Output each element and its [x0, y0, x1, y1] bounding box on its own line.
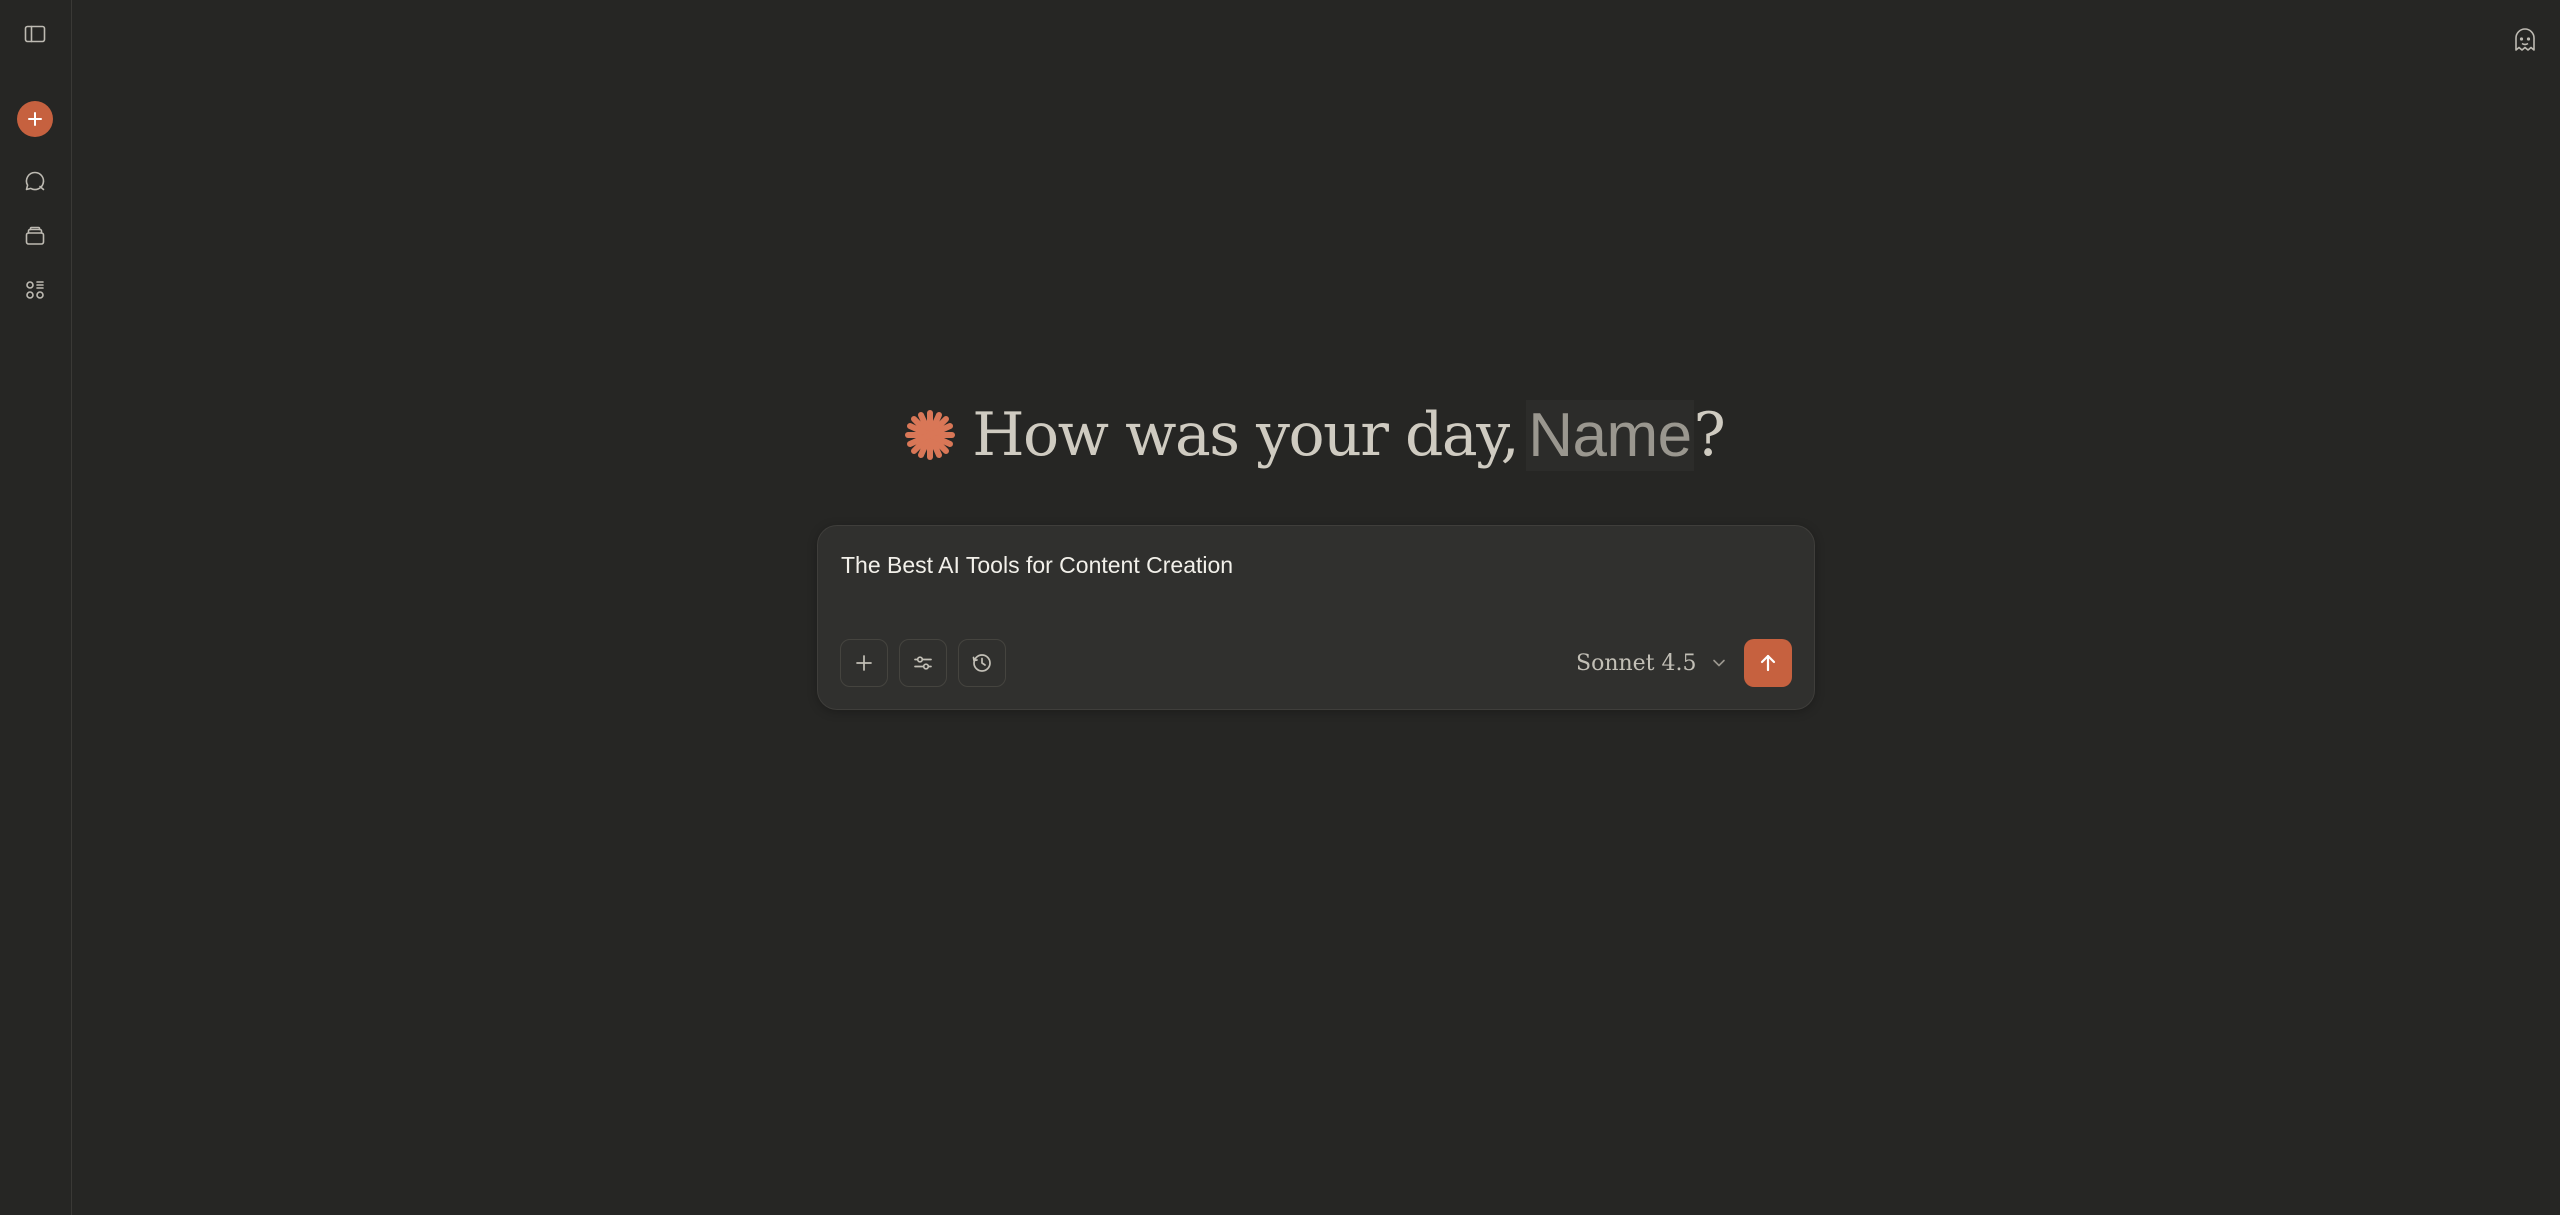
spark-icon [905, 410, 956, 460]
chat-bubble-icon [25, 171, 45, 191]
model-label: Sonnet 4.5 [1576, 650, 1697, 676]
sidebar-item-chats[interactable] [14, 160, 56, 202]
message-composer: The Best AI Tools for Content Creation S… [817, 525, 1815, 710]
sidebar-item-artifacts[interactable] [14, 269, 56, 311]
plus-icon [28, 112, 42, 126]
app-window: How was your day, Name ? The Best AI Too… [0, 0, 2560, 1215]
new-chat-button[interactable] [17, 101, 53, 137]
greeting-text: How was your day, [972, 400, 1519, 470]
tools-button[interactable] [899, 639, 947, 687]
arrow-up-icon [1760, 654, 1776, 672]
greeting-suffix: ? [1693, 400, 1726, 470]
history-button[interactable] [958, 639, 1006, 687]
sidebar-toggle-button[interactable] [14, 13, 56, 55]
sidebar-item-projects[interactable] [14, 215, 56, 257]
chevron-down-icon [1712, 659, 1725, 667]
artifacts-grid-icon [26, 281, 44, 299]
sidebar-toggle-icon [24, 25, 46, 43]
incognito-button[interactable] [2504, 19, 2546, 61]
model-selector[interactable]: Sonnet 4.5 [1576, 642, 1729, 684]
send-button[interactable] [1744, 639, 1792, 687]
projects-stack-icon [25, 226, 45, 245]
prompt-input[interactable]: The Best AI Tools for Content Creation [841, 552, 1233, 579]
greeting: How was your day, Name ? [0, 390, 2560, 480]
add-attachment-button[interactable] [840, 639, 888, 687]
greeting-row: How was your day, Name ? [904, 399, 1726, 471]
plus-icon [856, 655, 872, 671]
sidebar [0, 0, 72, 1215]
sliders-icon [914, 656, 932, 670]
greeting-name: Name [1526, 399, 1694, 471]
ghost-icon [2515, 28, 2535, 51]
clock-icon [972, 654, 991, 672]
